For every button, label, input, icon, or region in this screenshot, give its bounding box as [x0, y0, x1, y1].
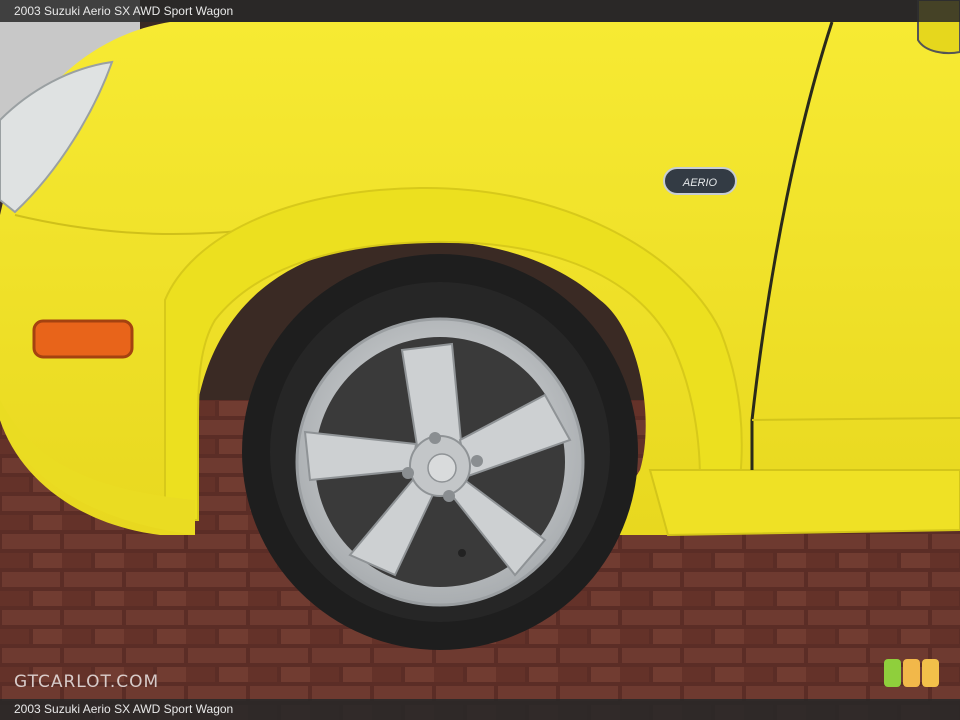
caption-bottom: 2003 Suzuki Aerio SX AWD Sport Wagon [0, 699, 960, 720]
rating-dot-1 [884, 659, 901, 687]
aerio-badge: AERIO [663, 167, 737, 195]
car-photo: AERIO [0, 0, 960, 720]
center-cap [427, 453, 457, 483]
valve-stem [458, 549, 466, 557]
watermark-logo: GTCARLOT.COM [14, 672, 160, 692]
rating-icon [884, 659, 939, 687]
rating-dot-3 [922, 659, 939, 687]
rating-dot-2 [903, 659, 920, 687]
caption-top: 2003 Suzuki Aerio SX AWD Sport Wagon [0, 0, 960, 22]
photo-page: AERIO 2003 Suzuki Aerio SX AWD Sport Wag… [0, 0, 960, 720]
side-skirt [648, 469, 960, 537]
badge-text: AERIO [682, 177, 718, 189]
side-marker-light [32, 319, 134, 359]
